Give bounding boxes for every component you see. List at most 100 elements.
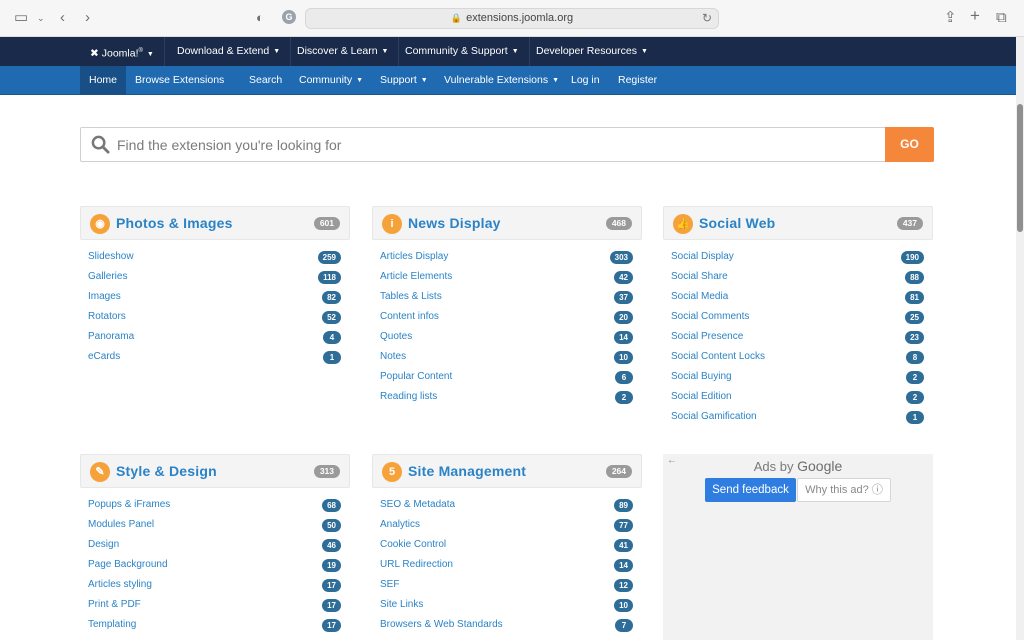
subcategory-link[interactable]: Articles Display (380, 251, 448, 262)
subcategory-link[interactable]: Social Display (671, 251, 734, 262)
reload-icon[interactable]: ↻ (702, 11, 712, 25)
category-title[interactable]: Social Web (699, 215, 775, 231)
list-item[interactable]: Social Comments 25 (663, 308, 933, 328)
subcategory-link[interactable]: Social Content Locks (671, 351, 765, 362)
subcategory-link[interactable]: Browsers & Web Standards (380, 619, 503, 630)
subcategory-link[interactable]: Social Comments (671, 311, 749, 322)
subcategory-link[interactable]: Content infos (380, 311, 439, 322)
subcategory-link[interactable]: Quotes (380, 331, 412, 342)
list-item[interactable]: Notes 10 (372, 348, 642, 368)
list-item[interactable]: Social Gamification 1 (663, 408, 933, 428)
subcategory-link[interactable]: Social Buying (671, 371, 732, 382)
nav-joomla-brand[interactable]: ✖ Joomla!® ▼ (80, 37, 165, 66)
subnav-register[interactable]: Register (609, 66, 666, 95)
subcategory-link[interactable]: Social Share (671, 271, 728, 282)
list-item[interactable]: Social Presence 23 (663, 328, 933, 348)
subcategory-link[interactable]: Site Links (380, 599, 423, 610)
list-item[interactable]: Social Share 88 (663, 268, 933, 288)
category-header[interactable]: 👍 Social Web 437 (663, 206, 933, 240)
subcategory-link[interactable]: Analytics (380, 519, 420, 530)
list-item[interactable]: Articles Display 303 (372, 248, 642, 268)
list-item[interactable]: Reading lists 2 (372, 388, 642, 408)
share-icon[interactable]: ⇪ (944, 9, 957, 27)
list-item[interactable]: SEF 12 (372, 576, 642, 596)
list-item[interactable]: Social Media 81 (663, 288, 933, 308)
subcategory-link[interactable]: Cookie Control (380, 539, 446, 550)
list-item[interactable]: Design 46 (80, 536, 350, 556)
list-item[interactable]: Popups & iFrames 68 (80, 496, 350, 516)
list-item[interactable]: Browsers & Web Standards 7 (372, 616, 642, 636)
subcategory-link[interactable]: Slideshow (88, 251, 134, 262)
sidebar-toggle-icon[interactable]: ▭ (14, 9, 28, 27)
extension-g-icon[interactable]: G (282, 10, 296, 24)
subcategory-link[interactable]: Social Edition (671, 391, 732, 402)
subnav-browse-extensions[interactable]: Browse Extensions (126, 66, 233, 95)
subcategory-link[interactable]: Print & PDF (88, 599, 141, 610)
search-input[interactable]: Find the extension you're looking for (117, 137, 341, 153)
list-item[interactable]: Galleries 118 (80, 268, 350, 288)
list-item[interactable]: Cookie Control 41 (372, 536, 642, 556)
subnav-vulnerable-extensions[interactable]: Vulnerable Extensions ▼ (435, 66, 568, 95)
address-bar[interactable]: 🔒 extensions.joomla.org ↻ (305, 8, 719, 29)
list-item[interactable]: Content infos 20 (372, 308, 642, 328)
list-item[interactable]: Print & PDF 17 (80, 596, 350, 616)
subcategory-link[interactable]: Rotators (88, 311, 126, 322)
category-title[interactable]: News Display (408, 215, 501, 231)
go-button[interactable]: GO (885, 127, 934, 162)
subcategory-link[interactable]: Design (88, 539, 119, 550)
subcategory-link[interactable]: Popups & iFrames (88, 499, 170, 510)
list-item[interactable]: Panorama 4 (80, 328, 350, 348)
subcategory-link[interactable]: Article Elements (380, 271, 452, 282)
list-item[interactable]: Modules Panel 50 (80, 516, 350, 536)
subnav-home[interactable]: Home (80, 66, 127, 95)
category-header[interactable]: 5 Site Management 264 (372, 454, 642, 488)
list-item[interactable]: Social Buying 2 (663, 368, 933, 388)
subcategory-link[interactable]: Popular Content (380, 371, 452, 382)
list-item[interactable]: Images 82 (80, 288, 350, 308)
subcategory-link[interactable]: Tables & Lists (380, 291, 442, 302)
category-title[interactable]: Photos & Images (116, 215, 233, 231)
category-title[interactable]: Site Management (408, 463, 526, 479)
nav-download-extend[interactable]: Download & Extend ▼ (167, 37, 292, 66)
list-item[interactable]: Quotes 14 (372, 328, 642, 348)
subcategory-link[interactable]: URL Redirection (380, 559, 453, 570)
category-title[interactable]: Style & Design (116, 463, 217, 479)
subcategory-link[interactable]: Reading lists (380, 391, 437, 402)
subcategory-link[interactable]: SEF (380, 579, 399, 590)
list-item[interactable]: Social Display 190 (663, 248, 933, 268)
category-header[interactable]: ◉ Photos & Images 601 (80, 206, 350, 240)
nav-developer-resources[interactable]: Developer Resources ▼ (526, 37, 658, 66)
list-item[interactable]: Templating 17 (80, 616, 350, 636)
category-header[interactable]: ✎ Style & Design 313 (80, 454, 350, 488)
subcategory-link[interactable]: Templating (88, 619, 136, 630)
subnav-support[interactable]: Support ▼ (371, 66, 437, 95)
scrollbar-thumb[interactable] (1017, 104, 1023, 232)
subcategory-link[interactable]: Articles styling (88, 579, 152, 590)
subcategory-link[interactable]: eCards (88, 351, 120, 362)
extension-search-box[interactable]: Find the extension you're looking for GO (80, 127, 934, 162)
list-item[interactable]: Site Links 10 (372, 596, 642, 616)
subnav-community[interactable]: Community ▼ (290, 66, 372, 95)
forward-icon[interactable]: › (85, 9, 90, 27)
page-scrollbar[interactable] (1016, 37, 1024, 640)
subcategory-link[interactable]: Social Presence (671, 331, 743, 342)
subcategory-link[interactable]: Social Media (671, 291, 728, 302)
subcategory-link[interactable]: Page Background (88, 559, 168, 570)
send-feedback-button[interactable]: Send feedback (705, 478, 796, 502)
subnav-log-in[interactable]: Log in (562, 66, 609, 95)
list-item[interactable]: SEO & Metadata 89 (372, 496, 642, 516)
back-icon[interactable]: ‹ (60, 9, 65, 27)
subcategory-link[interactable]: SEO & Metadata (380, 499, 455, 510)
category-header[interactable]: i News Display 468 (372, 206, 642, 240)
list-item[interactable]: Social Edition 2 (663, 388, 933, 408)
subcategory-link[interactable]: Galleries (88, 271, 127, 282)
list-item[interactable]: Page Background 19 (80, 556, 350, 576)
subcategory-link[interactable]: Modules Panel (88, 519, 154, 530)
nav-discover-learn[interactable]: Discover & Learn ▼ (287, 37, 400, 66)
list-item[interactable]: Slideshow 259 (80, 248, 350, 268)
subcategory-link[interactable]: Social Gamification (671, 411, 757, 422)
subcategory-link[interactable]: Images (88, 291, 121, 302)
subcategory-link[interactable]: Panorama (88, 331, 134, 342)
list-item[interactable]: Rotators 52 (80, 308, 350, 328)
list-item[interactable]: Analytics 77 (372, 516, 642, 536)
